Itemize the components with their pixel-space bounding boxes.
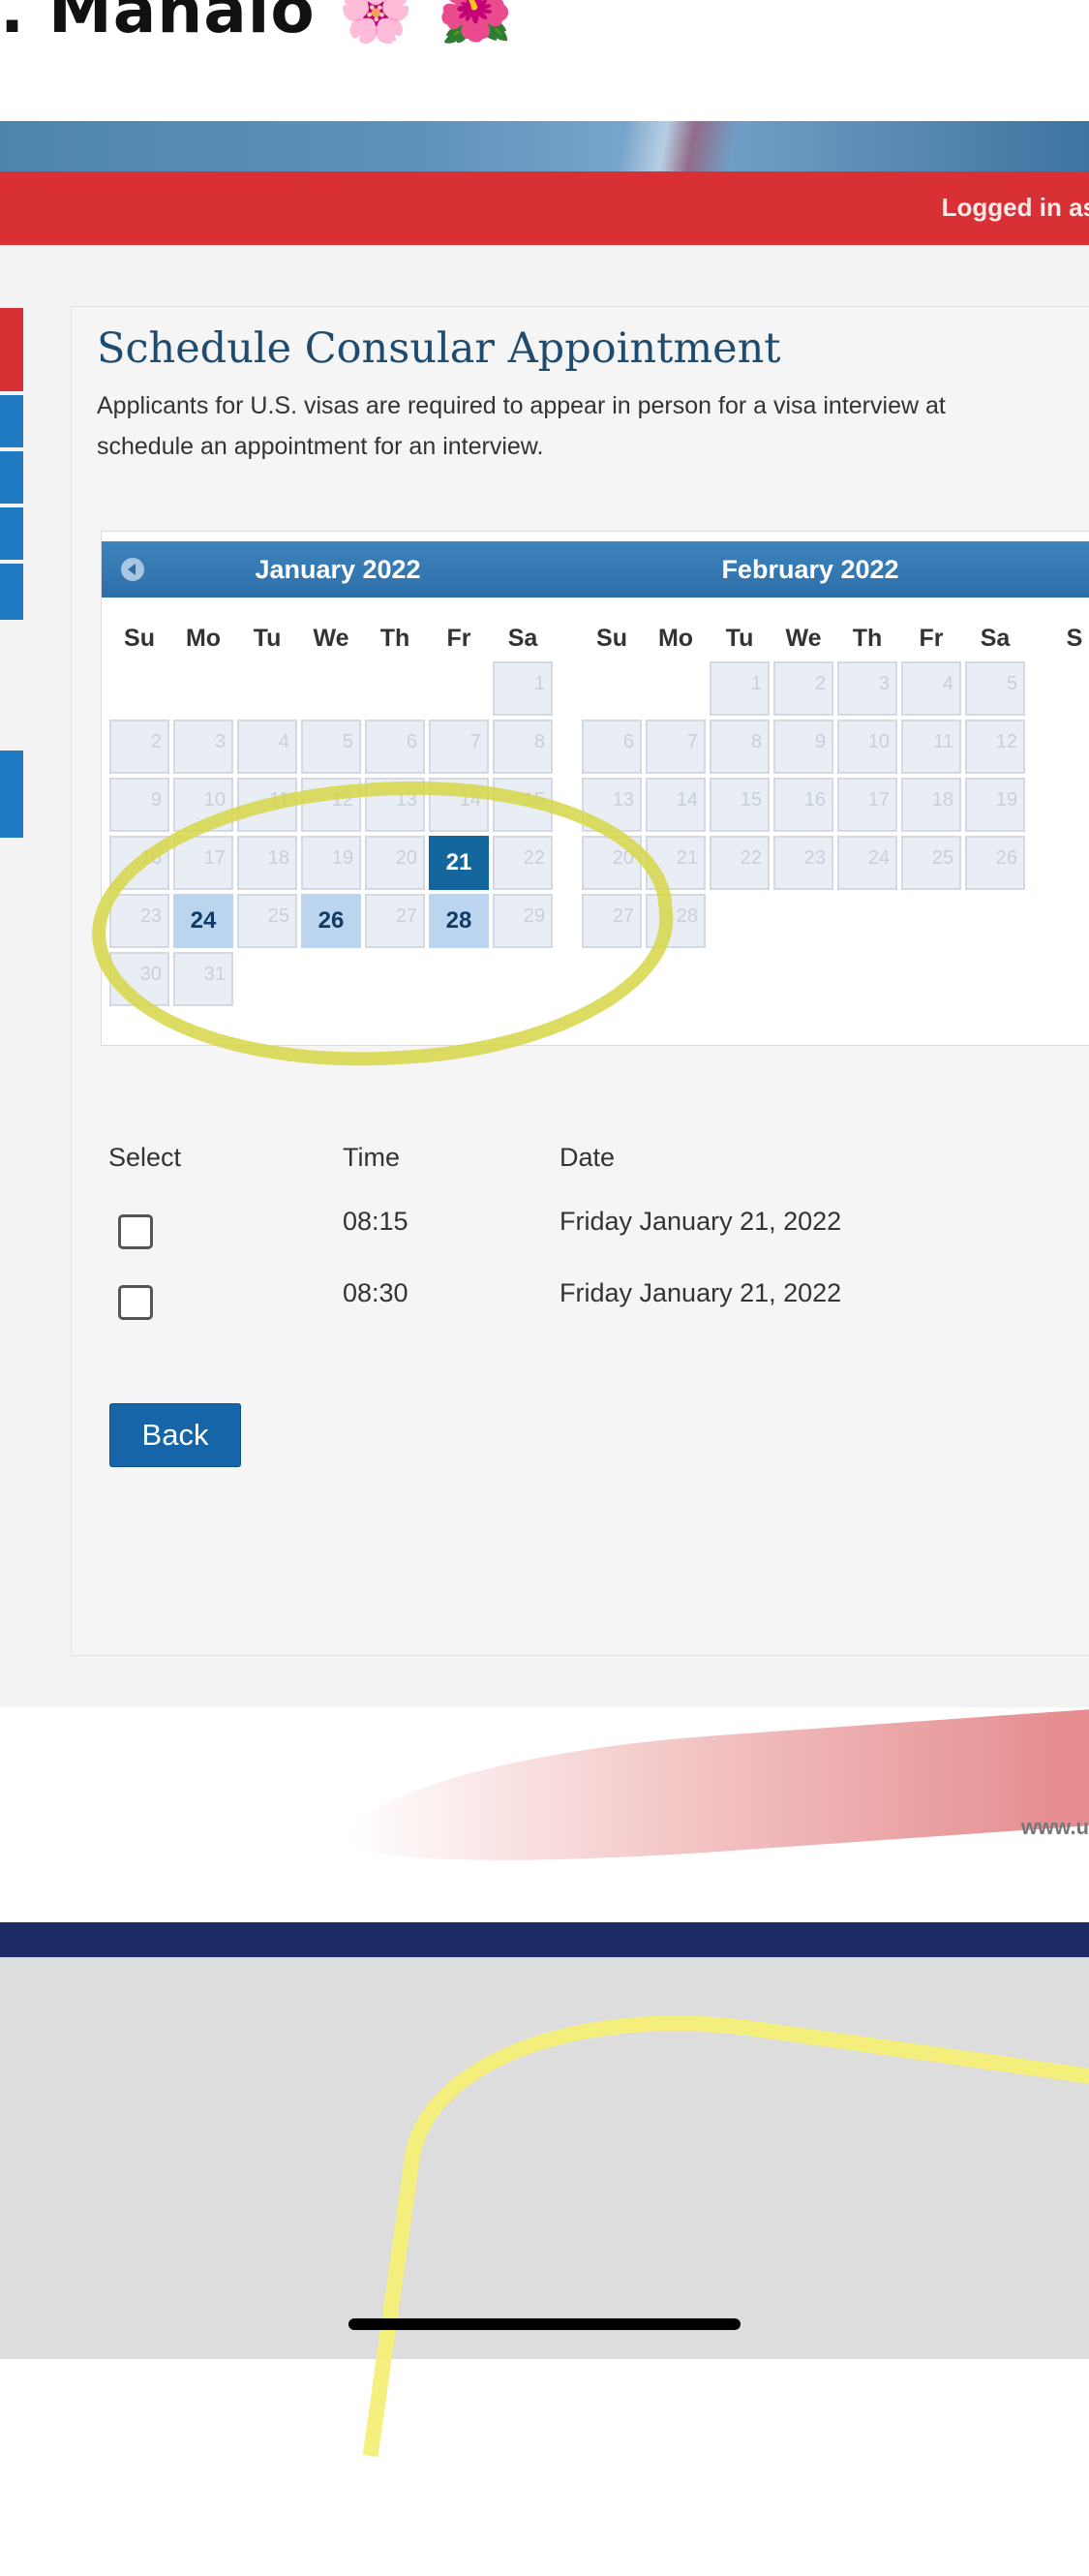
- calendar-day: 11: [901, 720, 961, 774]
- month-label: February 2022: [721, 555, 899, 584]
- weekday-label: Mo: [185, 625, 222, 652]
- back-button[interactable]: Back: [109, 1403, 241, 1467]
- calendar-day: 26: [965, 836, 1025, 890]
- calendar-day: 9: [109, 778, 169, 832]
- footer-url-text: www.u: [1020, 1815, 1089, 1839]
- date-cell: Friday January 21, 2022: [560, 1278, 842, 1307]
- date-column-header: Date: [560, 1143, 616, 1172]
- header-swoosh: [542, 121, 813, 171]
- calendar-day: 2: [109, 720, 169, 774]
- site-header-banner: [0, 121, 1089, 171]
- month-label: January 2022: [255, 555, 421, 584]
- calendar-day: 16: [773, 778, 833, 832]
- calendar-day: 5: [965, 661, 1025, 716]
- sidebar-item[interactable]: [0, 564, 23, 620]
- weekday-label: S: [1066, 625, 1083, 652]
- calendar-day: 14: [646, 778, 706, 832]
- calendar-day: 9: [773, 720, 833, 774]
- weekday-label: Tu: [253, 625, 282, 652]
- month-header-0: January 2022: [102, 541, 574, 598]
- prev-month-icon[interactable]: [121, 558, 144, 581]
- calendar-day: 17: [837, 778, 897, 832]
- calendar-day: 18: [901, 778, 961, 832]
- select-column-header: Select: [108, 1143, 182, 1172]
- calendar-day: 12: [965, 720, 1025, 774]
- weekday-label: Su: [124, 625, 155, 652]
- time-cell: 08:30: [343, 1278, 408, 1307]
- sidebar-item[interactable]: [0, 751, 23, 838]
- calendar-day: 24: [837, 836, 897, 890]
- weekday-label: Tu: [725, 625, 754, 652]
- calendar-day: 1: [710, 661, 770, 716]
- calendar-day: 19: [965, 778, 1025, 832]
- weekday-label: Th: [852, 625, 883, 652]
- time-column-header: Time: [343, 1143, 400, 1172]
- calendar-day: 1: [493, 661, 553, 716]
- weekday-label: Mo: [657, 625, 694, 652]
- calendar-day: 6: [582, 720, 642, 774]
- calendar-day: 2: [773, 661, 833, 716]
- sidebar-item-active[interactable]: [0, 308, 23, 391]
- date-cell: Friday January 21, 2022: [560, 1207, 842, 1236]
- next-month-header: [1046, 541, 1089, 598]
- hibiscus-icon: 🌺: [437, 0, 514, 46]
- caption-text: . Mahalo 🌸 🌺: [0, 0, 513, 47]
- select-checkbox-0830[interactable]: [118, 1285, 153, 1320]
- month-header-1: February 2022: [574, 541, 1046, 598]
- weekday-label: Fr: [919, 625, 944, 652]
- intro-text: Applicants for U.S. visas are required t…: [97, 385, 1089, 467]
- calendar-day: 25: [901, 836, 961, 890]
- calendar-day: 22: [710, 836, 770, 890]
- intro-line-1: Applicants for U.S. visas are required t…: [97, 392, 946, 419]
- home-indicator: [348, 2318, 741, 2330]
- select-checkbox-0815[interactable]: [118, 1214, 153, 1249]
- time-cell: 08:15: [343, 1207, 408, 1236]
- caption-label: . Mahalo: [0, 0, 316, 47]
- calendar-day: 23: [773, 836, 833, 890]
- calendar-day: 3: [837, 661, 897, 716]
- weekday-label: We: [313, 625, 349, 652]
- weekday-label: Th: [379, 625, 410, 652]
- sidebar-item[interactable]: [0, 507, 23, 560]
- calendar-day: 5: [301, 720, 361, 774]
- calendar-day: 8: [493, 720, 553, 774]
- calendar-day: 6: [365, 720, 425, 774]
- weekday-label: Su: [596, 625, 627, 652]
- calendar-day: 7: [429, 720, 489, 774]
- logged-in-text: Logged in as: [941, 193, 1089, 222]
- calendar-day: 10: [837, 720, 897, 774]
- calendar-day: 3: [173, 720, 233, 774]
- page-title: Schedule Consular Appointment: [97, 324, 781, 373]
- weekday-label: Sa: [980, 625, 1011, 652]
- cherry-blossom-icon: 🌸: [338, 0, 414, 46]
- calendar-day: 4: [901, 661, 961, 716]
- footer-navy-band: [0, 1922, 1089, 1957]
- intro-line-2: schedule an appointment for an interview…: [97, 433, 544, 460]
- weekday-label: Sa: [507, 625, 538, 652]
- login-bar: Logged in as: [0, 171, 1089, 245]
- sidebar-item[interactable]: [0, 451, 23, 504]
- calendar-day: 4: [237, 720, 297, 774]
- weekday-label: We: [785, 625, 822, 652]
- calendar-day: 8: [710, 720, 770, 774]
- calendar-day: 7: [646, 720, 706, 774]
- highlight-stroke-annotation: [362, 1975, 1089, 2576]
- weekday-label: Fr: [446, 625, 471, 652]
- sidebar-item[interactable]: [0, 395, 23, 447]
- calendar-day: 15: [710, 778, 770, 832]
